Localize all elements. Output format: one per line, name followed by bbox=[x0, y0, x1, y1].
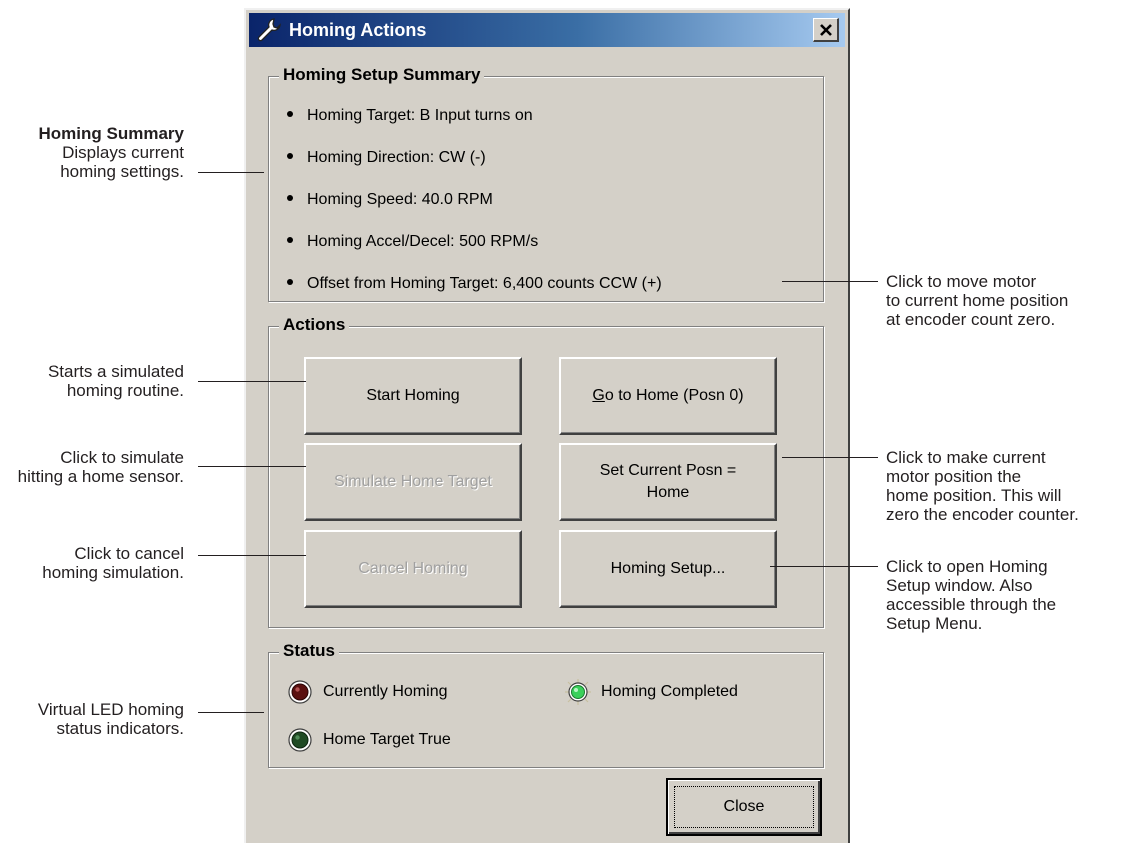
bullet-icon bbox=[287, 236, 293, 243]
leader-line-simulate bbox=[198, 466, 306, 467]
annotation-summary: Homing Summary Displays current homing s… bbox=[39, 124, 184, 181]
actions-heading: Actions bbox=[279, 315, 350, 335]
led-green-off-icon bbox=[288, 728, 312, 752]
annotation-setcurrent: Click to make current motor position the… bbox=[886, 448, 1079, 524]
annotation-summary-line1: Displays current bbox=[62, 143, 184, 162]
close-x-icon bbox=[819, 23, 832, 36]
annotation-start: Starts a simulated homing routine. bbox=[47, 362, 184, 400]
set-current-posn-button[interactable]: Set Current Posn = Home bbox=[559, 443, 777, 521]
annotation-simulate: Click to simulate hitting a home sensor. bbox=[17, 448, 184, 486]
bullet-icon bbox=[287, 110, 293, 117]
leader-line-summary bbox=[198, 172, 264, 173]
cancel-homing-button[interactable]: Cancel Homing bbox=[304, 530, 522, 608]
bullet-icon bbox=[287, 278, 293, 285]
summary-item-target: Homing Target: B Input turns on bbox=[287, 107, 533, 125]
simulate-home-target-button[interactable]: Simulate Home Target bbox=[304, 443, 522, 521]
homing-actions-window: Homing Actions Homing Setup Summary Homi… bbox=[244, 8, 850, 843]
title-bar[interactable]: Homing Actions bbox=[249, 13, 845, 47]
status-heading: Status bbox=[279, 641, 339, 661]
bullet-icon bbox=[287, 152, 293, 159]
focus-ring bbox=[674, 786, 814, 828]
summary-item-offset: Offset from Homing Target: 6,400 counts … bbox=[287, 275, 662, 293]
led-red-off-icon bbox=[288, 680, 312, 704]
leader-line-start bbox=[198, 381, 306, 382]
annotation-setup: Click to open Homing Setup window. Also … bbox=[886, 557, 1057, 633]
leader-line-setcurrent bbox=[782, 457, 878, 458]
annotation-cancel: Click to cancel homing simulation. bbox=[42, 544, 184, 582]
status-group: Status Currently Homing Homing Completed… bbox=[268, 641, 824, 768]
annotation-summary-title: Homing Summary bbox=[38, 124, 184, 143]
annotation-summary-line2: homing settings. bbox=[60, 162, 184, 181]
actions-group: Actions Start Homing Go to Home (Posn 0)… bbox=[268, 315, 824, 628]
homing-completed-indicator: Homing Completed bbox=[565, 679, 738, 705]
currently-homing-indicator: Currently Homing bbox=[287, 679, 447, 705]
close-x-button[interactable] bbox=[813, 18, 839, 42]
summary-item-speed: Homing Speed: 40.0 RPM bbox=[287, 191, 493, 209]
summary-heading: Homing Setup Summary bbox=[279, 65, 485, 85]
summary-group: Homing Setup Summary Homing Target: B In… bbox=[268, 65, 824, 302]
led-green-on-icon bbox=[565, 679, 591, 705]
wrench-icon bbox=[257, 18, 281, 42]
bullet-icon bbox=[287, 194, 293, 201]
leader-line-led bbox=[198, 712, 264, 713]
go-to-home-button[interactable]: Go to Home (Posn 0) bbox=[559, 357, 777, 435]
leader-line-gohome bbox=[782, 281, 878, 282]
start-homing-button[interactable]: Start Homing bbox=[304, 357, 522, 435]
window-title: Homing Actions bbox=[289, 19, 427, 40]
annotation-gohome: Click to move motor to current home posi… bbox=[886, 272, 1069, 329]
home-target-true-indicator: Home Target True bbox=[287, 727, 451, 753]
summary-item-direction: Homing Direction: CW (-) bbox=[287, 149, 486, 167]
annotation-led: Virtual LED homing status indicators. bbox=[37, 700, 184, 738]
leader-line-cancel bbox=[198, 555, 306, 556]
summary-item-accel: Homing Accel/Decel: 500 RPM/s bbox=[287, 233, 538, 251]
homing-setup-button[interactable]: Homing Setup... bbox=[559, 530, 777, 608]
close-button[interactable]: Close bbox=[666, 778, 822, 836]
leader-line-setup bbox=[770, 566, 878, 567]
